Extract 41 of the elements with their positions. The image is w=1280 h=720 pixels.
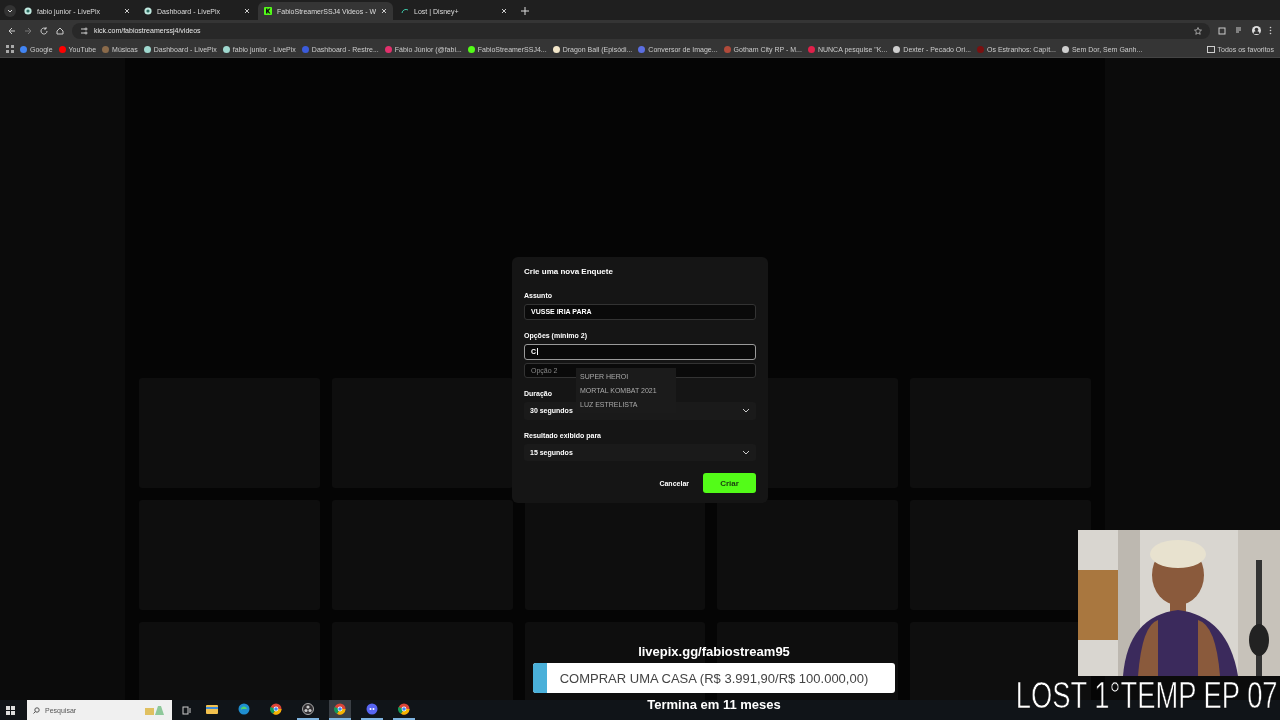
apps-grid-icon[interactable] — [6, 45, 14, 53]
forward-icon[interactable] — [24, 26, 32, 35]
star-icon[interactable] — [1194, 26, 1202, 35]
taskbar-app[interactable] — [297, 700, 319, 720]
folder-icon — [1206, 45, 1215, 53]
start-icon[interactable] — [6, 705, 15, 715]
back-icon[interactable] — [8, 26, 16, 35]
task-view-icon[interactable] — [182, 705, 191, 715]
obs-icon — [302, 703, 314, 715]
chrome-icon — [270, 703, 282, 715]
extensions-icon[interactable] — [1218, 26, 1227, 35]
home-icon[interactable] — [56, 26, 64, 35]
taskbar-app[interactable] — [329, 700, 351, 720]
close-icon[interactable] — [124, 8, 130, 14]
kick-logo-icon — [264, 7, 272, 15]
reload-icon[interactable] — [40, 26, 48, 35]
close-icon[interactable] — [244, 8, 250, 14]
chevron-icon — [742, 408, 750, 414]
goal-deadline: Termina em 11 meses — [647, 697, 781, 712]
media-icon[interactable] — [1235, 26, 1244, 35]
goal-text: COMPRAR UMA CASA (R$ 3.991,90/R$ 100.000,00) — [559, 670, 869, 686]
tab-list-icon[interactable] — [4, 5, 16, 17]
chevron-icon — [742, 449, 750, 455]
chrome-icon — [398, 703, 410, 715]
livepix-icon — [144, 7, 152, 15]
close-icon[interactable] — [381, 8, 388, 14]
arc-logo-icon — [401, 7, 410, 15]
close-icon[interactable] — [501, 8, 508, 14]
create-button[interactable]: Criar — [703, 473, 756, 493]
episode-title: LOST 1°TEMP EP 07 — [1016, 678, 1278, 714]
search-icon — [33, 706, 40, 714]
folder-icon — [206, 704, 218, 714]
profile-avatar-icon[interactable] — [1252, 26, 1261, 35]
site-settings-icon[interactable] — [80, 26, 88, 35]
chrome-icon — [334, 703, 346, 715]
new-tab-icon[interactable] — [521, 7, 530, 15]
discord-icon — [366, 703, 378, 715]
dialog-title: Crie uma nova Enquete — [524, 267, 614, 276]
edge-icon — [238, 703, 250, 715]
search-highlight-icon — [144, 704, 166, 716]
livepix-icon — [24, 7, 32, 15]
